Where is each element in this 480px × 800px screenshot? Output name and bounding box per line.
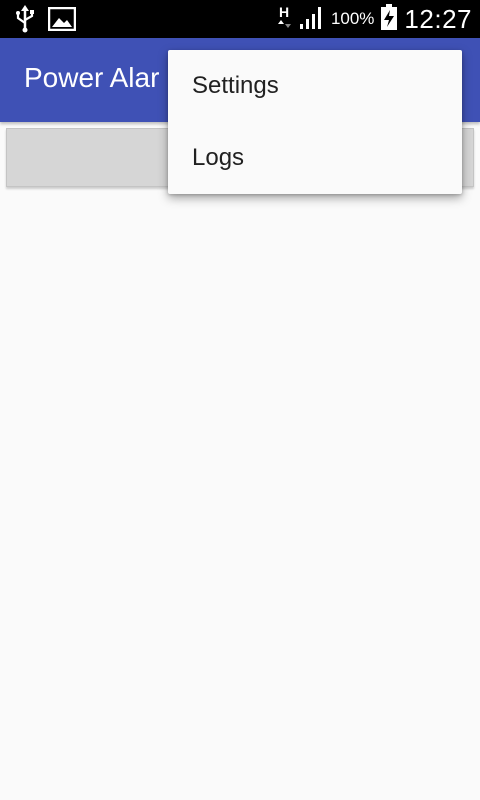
signal-icon [299,4,325,35]
h-network-icon: H [277,3,293,36]
overflow-menu: Settings Logs [168,50,462,194]
status-left-icons [14,5,77,38]
app-title: Power Alar [24,62,160,93]
battery-percent: 100% [330,9,375,28]
status-right-icons: H 100% 12:27 [277,0,472,38]
clock: 12:27 [404,3,472,34]
svg-text:H: H [279,4,289,20]
usb-icon [14,5,36,38]
image-icon [47,6,77,36]
status-bar: H 100% 12:27 [0,0,480,38]
menu-item-logs[interactable]: Logs [168,122,462,194]
battery-charging-icon [380,3,398,36]
menu-item-settings[interactable]: Settings [168,50,462,122]
